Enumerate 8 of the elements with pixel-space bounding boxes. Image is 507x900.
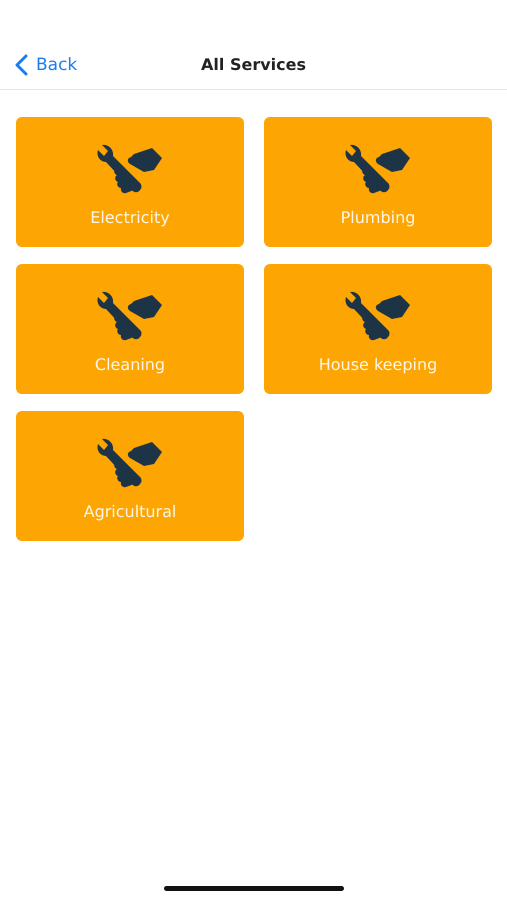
service-card[interactable]: Cleaning — [16, 264, 244, 394]
service-card[interactable]: Plumbing — [264, 117, 492, 247]
back-button[interactable]: Back — [14, 54, 78, 76]
service-card[interactable]: House keeping — [264, 264, 492, 394]
chevron-left-icon — [14, 54, 28, 76]
service-card[interactable]: Agricultural — [16, 411, 244, 541]
page-title: All Services — [201, 55, 306, 74]
service-card[interactable]: Electricity — [16, 117, 244, 247]
